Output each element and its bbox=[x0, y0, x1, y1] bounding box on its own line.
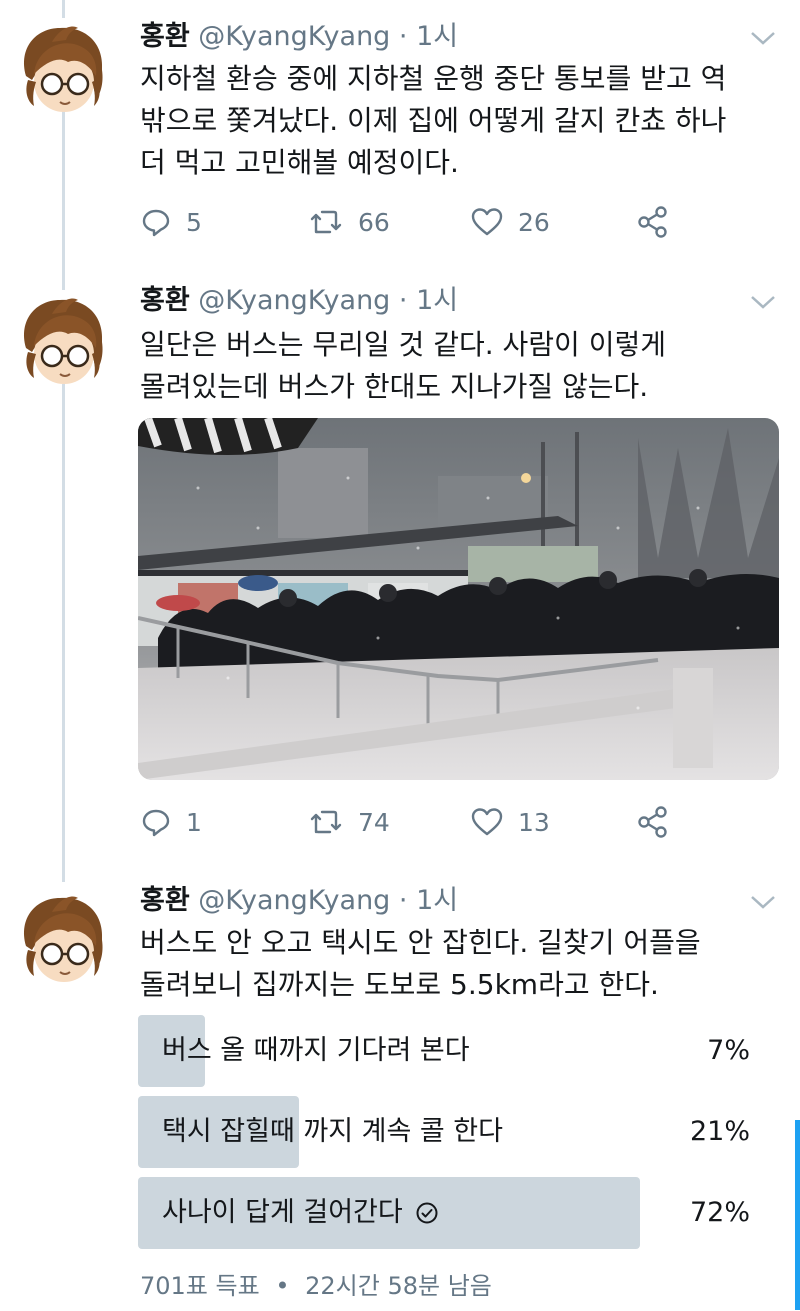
tweet-1[interactable]: 홍환 @KyangKyang · 1시 지하철 환승 중에 지하철 운행 중단 … bbox=[0, 0, 800, 290]
avatar[interactable] bbox=[12, 290, 112, 390]
poll-option-text: 버스 올 때까지 기다려 본다 bbox=[162, 1035, 470, 1066]
poll-meta: 701표 득표 • 22시간 58분 남음 bbox=[140, 1266, 492, 1301]
poll-option-selected[interactable]: 사나이 답게 걸어간다 72% bbox=[138, 1177, 758, 1249]
tweet-text-line: 지하철 환승 중에 지하철 운행 중단 통보를 받고 역 bbox=[140, 62, 727, 95]
user-name[interactable]: 홍환 bbox=[140, 285, 190, 316]
poll-time-remaining: 22시간 58분 남음 bbox=[305, 1272, 492, 1300]
share-icon bbox=[638, 806, 667, 838]
retweet-count: 74 bbox=[358, 807, 390, 837]
heart-icon bbox=[471, 808, 503, 836]
user-name[interactable]: 홍환 bbox=[140, 21, 190, 52]
user-name[interactable]: 홍환 bbox=[140, 885, 190, 916]
share-button[interactable] bbox=[636, 202, 670, 242]
tweet-photo[interactable] bbox=[138, 418, 779, 780]
poll-option[interactable]: 택시 잡힐때 까지 계속 콜 한다 21% bbox=[138, 1096, 758, 1168]
tweet-text-line: 돌려보니 집까지는 도보로 5.5km라고 한다. bbox=[140, 968, 659, 1001]
poll-option-label: 사나이 답게 걸어간다 bbox=[162, 1177, 439, 1249]
poll-option-text: 택시 잡힐때 까지 계속 콜 한다 bbox=[162, 1116, 503, 1147]
tweet-actions: 1 74 13 bbox=[140, 802, 700, 842]
avatar[interactable] bbox=[12, 18, 112, 118]
user-handle[interactable]: @KyangKyang bbox=[198, 885, 390, 916]
tweet-header: 홍환 @KyangKyang · 1시 bbox=[140, 884, 458, 918]
tweet-header: 홍환 @KyangKyang · 1시 bbox=[140, 20, 458, 54]
tweet-text-line: 버스도 안 오고 택시도 안 잡힌다. 길찾기 어플을 bbox=[140, 926, 701, 959]
chevron-down-icon[interactable] bbox=[748, 292, 778, 312]
avatar[interactable] bbox=[12, 888, 112, 988]
user-handle[interactable]: @KyangKyang bbox=[198, 21, 390, 52]
tweet-3[interactable]: 홍환 @KyangKyang · 1시 버스도 안 오고 택시도 안 잡힌다. … bbox=[0, 880, 800, 1311]
poll-option-percent: 7% bbox=[707, 1035, 750, 1066]
tweet-text: 일단은 버스는 무리일 것 같다. 사람이 이렇게 몰려있는데 버스가 한대도 … bbox=[140, 324, 780, 408]
poll-option-label: 택시 잡힐때 까지 계속 콜 한다 bbox=[162, 1096, 503, 1168]
share-button[interactable] bbox=[636, 802, 670, 842]
snowy-bus-stop-photo bbox=[138, 418, 779, 780]
like-count: 26 bbox=[518, 207, 550, 237]
timestamp[interactable]: 1시 bbox=[416, 285, 458, 316]
like-button[interactable]: 13 bbox=[470, 802, 550, 842]
poll-option[interactable]: 버스 올 때까지 기다려 본다 7% bbox=[138, 1015, 758, 1087]
reply-icon bbox=[142, 809, 170, 837]
reply-count: 1 bbox=[186, 807, 202, 837]
retweet-icon bbox=[310, 810, 342, 834]
chevron-down-icon[interactable] bbox=[748, 28, 778, 48]
reply-icon bbox=[142, 209, 170, 237]
reply-count: 5 bbox=[186, 207, 202, 237]
chevron-down-icon[interactable] bbox=[748, 892, 778, 912]
retweet-button[interactable]: 66 bbox=[308, 202, 390, 242]
retweet-count: 66 bbox=[358, 207, 390, 237]
tweet-text: 버스도 안 오고 택시도 안 잡힌다. 길찾기 어플을 돌려보니 집까지는 도보… bbox=[140, 922, 780, 1006]
retweet-button[interactable]: 74 bbox=[308, 802, 390, 842]
separator-dot: · bbox=[398, 285, 408, 316]
like-button[interactable]: 26 bbox=[470, 202, 550, 242]
share-icon bbox=[638, 206, 667, 238]
poll-separator: • bbox=[275, 1272, 290, 1300]
timestamp[interactable]: 1시 bbox=[416, 21, 458, 52]
heart-icon bbox=[471, 208, 503, 236]
scrollbar[interactable] bbox=[795, 1120, 800, 1310]
poll-vote-count: 701표 득표 bbox=[140, 1272, 260, 1300]
poll-option-percent: 72% bbox=[689, 1197, 750, 1228]
like-count: 13 bbox=[518, 807, 550, 837]
timestamp[interactable]: 1시 bbox=[416, 885, 458, 916]
reply-button[interactable]: 1 bbox=[140, 802, 202, 842]
poll-option-text: 사나이 답게 걸어간다 bbox=[162, 1197, 403, 1228]
tweet-text-line: 일단은 버스는 무리일 것 같다. 사람이 이렇게 bbox=[140, 328, 666, 361]
poll-option-percent: 21% bbox=[689, 1116, 750, 1147]
tweet-text-line: 몰려있는데 버스가 한대도 지나가질 않는다. bbox=[140, 370, 649, 403]
poll-option-label: 버스 올 때까지 기다려 본다 bbox=[162, 1015, 470, 1087]
separator-dot: · bbox=[398, 885, 408, 916]
tweet-text-line: 밖으로 쫓겨났다. 이제 집에 어떻게 갈지 칸쵸 하나 bbox=[140, 104, 727, 137]
tweet-actions: 5 66 26 bbox=[140, 202, 700, 242]
separator-dot: · bbox=[398, 21, 408, 52]
tweet-text: 지하철 환승 중에 지하철 운행 중단 통보를 받고 역 밖으로 쫓겨났다. 이… bbox=[140, 58, 780, 184]
check-circle-icon bbox=[416, 1202, 438, 1224]
reply-button[interactable]: 5 bbox=[140, 202, 202, 242]
tweet-text-line: 더 먹고 고민해볼 예정이다. bbox=[140, 146, 459, 179]
retweet-icon bbox=[310, 210, 342, 234]
tweet-header: 홍환 @KyangKyang · 1시 bbox=[140, 284, 458, 318]
user-handle[interactable]: @KyangKyang bbox=[198, 285, 390, 316]
tweet-2[interactable]: 홍환 @KyangKyang · 1시 일단은 버스는 무리일 것 같다. 사람… bbox=[0, 285, 800, 870]
